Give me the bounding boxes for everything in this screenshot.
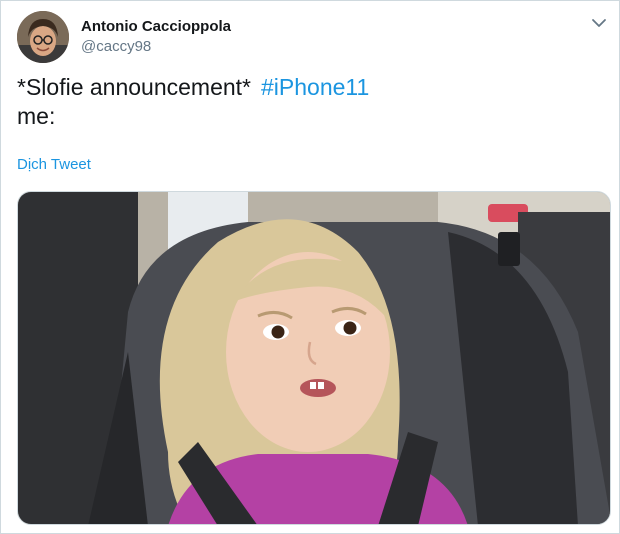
author-handle[interactable]: @caccy98: [81, 37, 231, 57]
tweet-text-main: *Slofie announcement*: [17, 74, 251, 100]
meme-photo-icon: [18, 192, 610, 524]
avatar-photo-icon: [17, 11, 69, 63]
hashtag-link[interactable]: #iPhone11: [261, 74, 369, 100]
translate-tweet-link[interactable]: Dịch Tweet: [17, 156, 91, 173]
tweet-line-2: me:: [17, 103, 56, 129]
tweet-card: Antonio Caccioppola @caccy98 *Slofie ann…: [0, 0, 620, 534]
chevron-down-icon[interactable]: [589, 13, 609, 33]
avatar[interactable]: [17, 11, 69, 63]
tweet-header: Antonio Caccioppola @caccy98: [17, 11, 609, 63]
tweet-text: *Slofie announcement* #iPhone11 me:: [17, 73, 597, 131]
tweet-line-1: *Slofie announcement* #iPhone11: [17, 73, 597, 102]
tweet-media-image[interactable]: [17, 191, 611, 525]
author-info: Antonio Caccioppola @caccy98: [81, 17, 231, 57]
author-display-name[interactable]: Antonio Caccioppola: [81, 17, 231, 37]
